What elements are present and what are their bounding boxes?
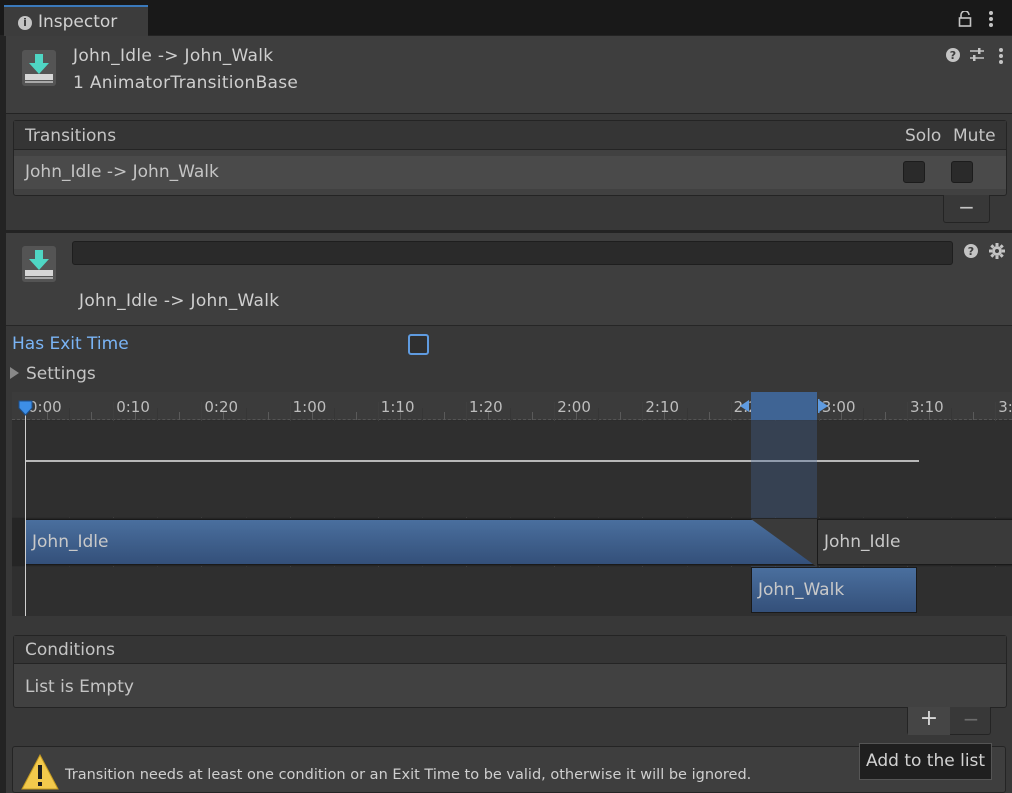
transition-row[interactable]: John_Idle -> John_Walk: [14, 156, 1006, 189]
timeline-tick-label: 3:10: [910, 398, 944, 416]
playhead-line: [25, 406, 26, 616]
svg-text:?: ?: [968, 245, 974, 258]
minor-tick: [47, 412, 49, 420]
conditions-empty-text: List is Empty: [25, 677, 134, 697]
minor-tick: [399, 412, 401, 420]
help-icon[interactable]: ?: [946, 48, 960, 62]
timeline-tick-label: 0:00: [28, 398, 62, 416]
warning-box: Transition needs at least one condition …: [12, 746, 1006, 793]
transition-timeline[interactable]: 0:000:100:201:001:101:202:002:102:203:00…: [12, 392, 1012, 616]
has-exit-time-checkbox[interactable]: [408, 334, 429, 355]
curve-area: [12, 421, 1012, 517]
tab-inspector[interactable]: i Inspector: [4, 5, 148, 36]
conditions-list: Conditions List is Empty: [13, 635, 1007, 708]
conditions-header: Conditions: [14, 636, 1006, 664]
info-icon: i: [18, 16, 32, 30]
solo-column-label: Solo: [905, 126, 942, 146]
remove-condition-button[interactable]: −: [950, 707, 992, 735]
source-clip-bar[interactable]: John_Idle: [25, 519, 817, 565]
tab-label: Inspector: [38, 12, 118, 32]
source-clip-next-bar[interactable]: John_Idle: [817, 519, 1012, 565]
mute-checkbox[interactable]: [951, 161, 973, 183]
minor-tick: [135, 412, 137, 420]
component-menu-icon[interactable]: [998, 47, 1004, 65]
transition-subtitle: John_Idle -> John_Walk: [79, 291, 280, 311]
transitions-list: Transitions Solo Mute John_Idle -> John_…: [13, 120, 1007, 196]
minor-tick: [664, 412, 666, 420]
minor-tick: [620, 412, 622, 420]
transition-start-handle-icon[interactable]: [738, 399, 750, 413]
transition-icon: [22, 50, 56, 86]
minor-tick: [443, 412, 445, 420]
transition-name-input[interactable]: [72, 241, 953, 265]
timeline-tick-label: 3:: [998, 398, 1012, 416]
conditions-header-label: Conditions: [25, 640, 115, 660]
foldout-arrow-icon: [10, 367, 19, 379]
timeline-tick-label: 1:10: [380, 398, 415, 416]
more-menu-icon[interactable]: [988, 10, 994, 28]
minor-tick: [311, 412, 313, 420]
transition-end-handle-icon[interactable]: [818, 399, 830, 413]
minor-tick: [929, 412, 931, 420]
presets-icon[interactable]: [969, 47, 985, 63]
transitions-header-label: Transitions: [25, 126, 117, 146]
inspector-header: John_Idle -> John_Walk 1 AnimatorTransit…: [6, 36, 1012, 114]
transition-header: ? John_Idle -> John_Walk: [6, 233, 1012, 326]
timeline-tick-label: 1:00: [292, 398, 327, 416]
minor-tick: [884, 412, 886, 420]
dest-clip-label: John_Walk: [758, 580, 845, 600]
has-exit-time-label: Has Exit Time: [12, 334, 129, 354]
timeline-tick-label: 0:20: [204, 398, 239, 416]
lock-icon[interactable]: [958, 11, 972, 27]
conditions-footer: + −: [907, 707, 991, 735]
dest-clip-bar[interactable]: John_Walk: [751, 567, 917, 613]
minor-tick: [488, 412, 490, 420]
timeline-tick-label: 2:00: [557, 398, 591, 416]
add-condition-button[interactable]: +: [908, 707, 950, 735]
timeline-tick-label: 2:10: [645, 398, 680, 416]
minor-tick: [532, 412, 534, 420]
minor-tick: [576, 412, 578, 420]
warning-icon: [21, 754, 59, 790]
fade-out-wedge: [751, 519, 817, 567]
header-title: John_Idle -> John_Walk: [73, 46, 274, 66]
settings-foldout[interactable]: Settings: [10, 364, 96, 384]
minor-tick: [179, 412, 181, 420]
help-icon[interactable]: ?: [964, 244, 978, 258]
minor-tick: [223, 412, 225, 420]
settings-label: Settings: [26, 364, 96, 384]
tooltip: Add to the list: [859, 743, 992, 780]
source-clip-next-label: John_Idle: [824, 532, 901, 552]
gear-icon[interactable]: [989, 243, 1005, 259]
tab-bar: i Inspector: [0, 0, 1012, 36]
transitions-list-header: Transitions Solo Mute: [14, 121, 1006, 150]
minor-tick: [840, 412, 842, 420]
remove-transition-button[interactable]: −: [943, 195, 990, 223]
minor-tick: [267, 412, 269, 420]
timeline-tick-label: 1:20: [469, 398, 503, 416]
minor-tick: [355, 412, 357, 420]
mute-column-label: Mute: [953, 126, 996, 146]
solo-checkbox[interactable]: [903, 161, 925, 183]
transition-icon: [22, 246, 56, 282]
minor-tick: [973, 412, 975, 420]
header-subtitle: 1 AnimatorTransitionBase: [73, 73, 299, 93]
svg-text:?: ?: [950, 49, 956, 62]
transition-region-ruler[interactable]: [751, 392, 817, 420]
playhead-marker-icon[interactable]: [18, 400, 33, 416]
timeline-tick-label: 0:10: [116, 398, 150, 416]
warning-text: Transition needs at least one condition …: [65, 767, 752, 783]
transition-row-label: John_Idle -> John_Walk: [25, 162, 219, 182]
source-clip-label: John_Idle: [32, 532, 109, 552]
minor-tick: [708, 412, 710, 420]
minor-tick: [91, 412, 93, 420]
